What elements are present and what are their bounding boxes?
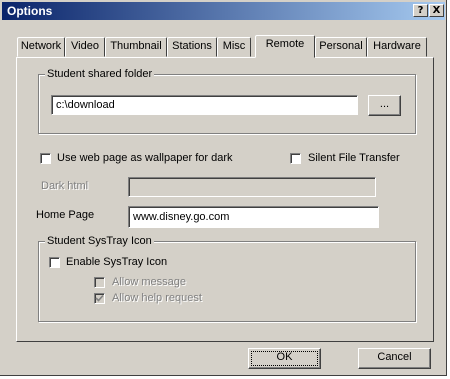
tab-hardware[interactable]: Hardware (367, 37, 427, 57)
tab-network[interactable]: Network (17, 37, 65, 57)
enable-systray-label: Enable SysTray Icon (66, 256, 168, 268)
silent-transfer-checkbox[interactable] (290, 153, 301, 164)
wallpaper-label: Use web page as wallpaper for dark (57, 152, 233, 164)
dark-html-input[interactable] (128, 177, 376, 197)
check-icon (95, 294, 104, 302)
close-button[interactable]: X (429, 4, 444, 17)
tab-remote[interactable]: Remote (255, 35, 315, 58)
allow-message-checkbox[interactable] (94, 277, 105, 288)
allow-help-checkbox[interactable] (94, 293, 105, 304)
dark-html-label: Dark html (41, 180, 89, 192)
systray-group: Student SysTray Icon Enable SysTray Icon… (38, 235, 416, 322)
silent-transfer-label: Silent File Transfer (308, 152, 400, 164)
wallpaper-checkbox[interactable] (40, 153, 51, 164)
systray-legend: Student SysTray Icon (45, 235, 154, 247)
allow-help-label: Allow help request (112, 292, 202, 304)
home-page-label: Home Page (36, 209, 95, 221)
tab-personal[interactable]: Personal (315, 37, 367, 57)
remote-tab-panel: Student shared folder c:\download ... Us… (16, 57, 434, 342)
browse-button[interactable]: ... (368, 95, 401, 116)
ok-button[interactable]: OK (248, 348, 321, 369)
shared-folder-input[interactable]: c:\download (51, 95, 358, 115)
title-bar[interactable]: Options ? X (2, 2, 445, 20)
home-page-input[interactable]: www.disney.go.com (128, 206, 379, 228)
window-title: Options (7, 4, 53, 18)
allow-message-label: Allow message (112, 276, 186, 288)
shared-folder-group: Student shared folder c:\download ... (38, 68, 416, 134)
tab-thumbnail[interactable]: Thumbnail (105, 37, 167, 57)
help-button[interactable]: ? (413, 4, 428, 17)
tab-video[interactable]: Video (65, 37, 105, 57)
options-dialog: Options ? X Network Video Thumbnail Stat… (0, 0, 447, 376)
shared-folder-legend: Student shared folder (45, 68, 155, 80)
tab-stations[interactable]: Stations (167, 37, 217, 57)
cancel-button[interactable]: Cancel (358, 348, 431, 369)
enable-systray-checkbox[interactable] (49, 257, 60, 268)
tab-misc[interactable]: Misc (217, 37, 251, 57)
